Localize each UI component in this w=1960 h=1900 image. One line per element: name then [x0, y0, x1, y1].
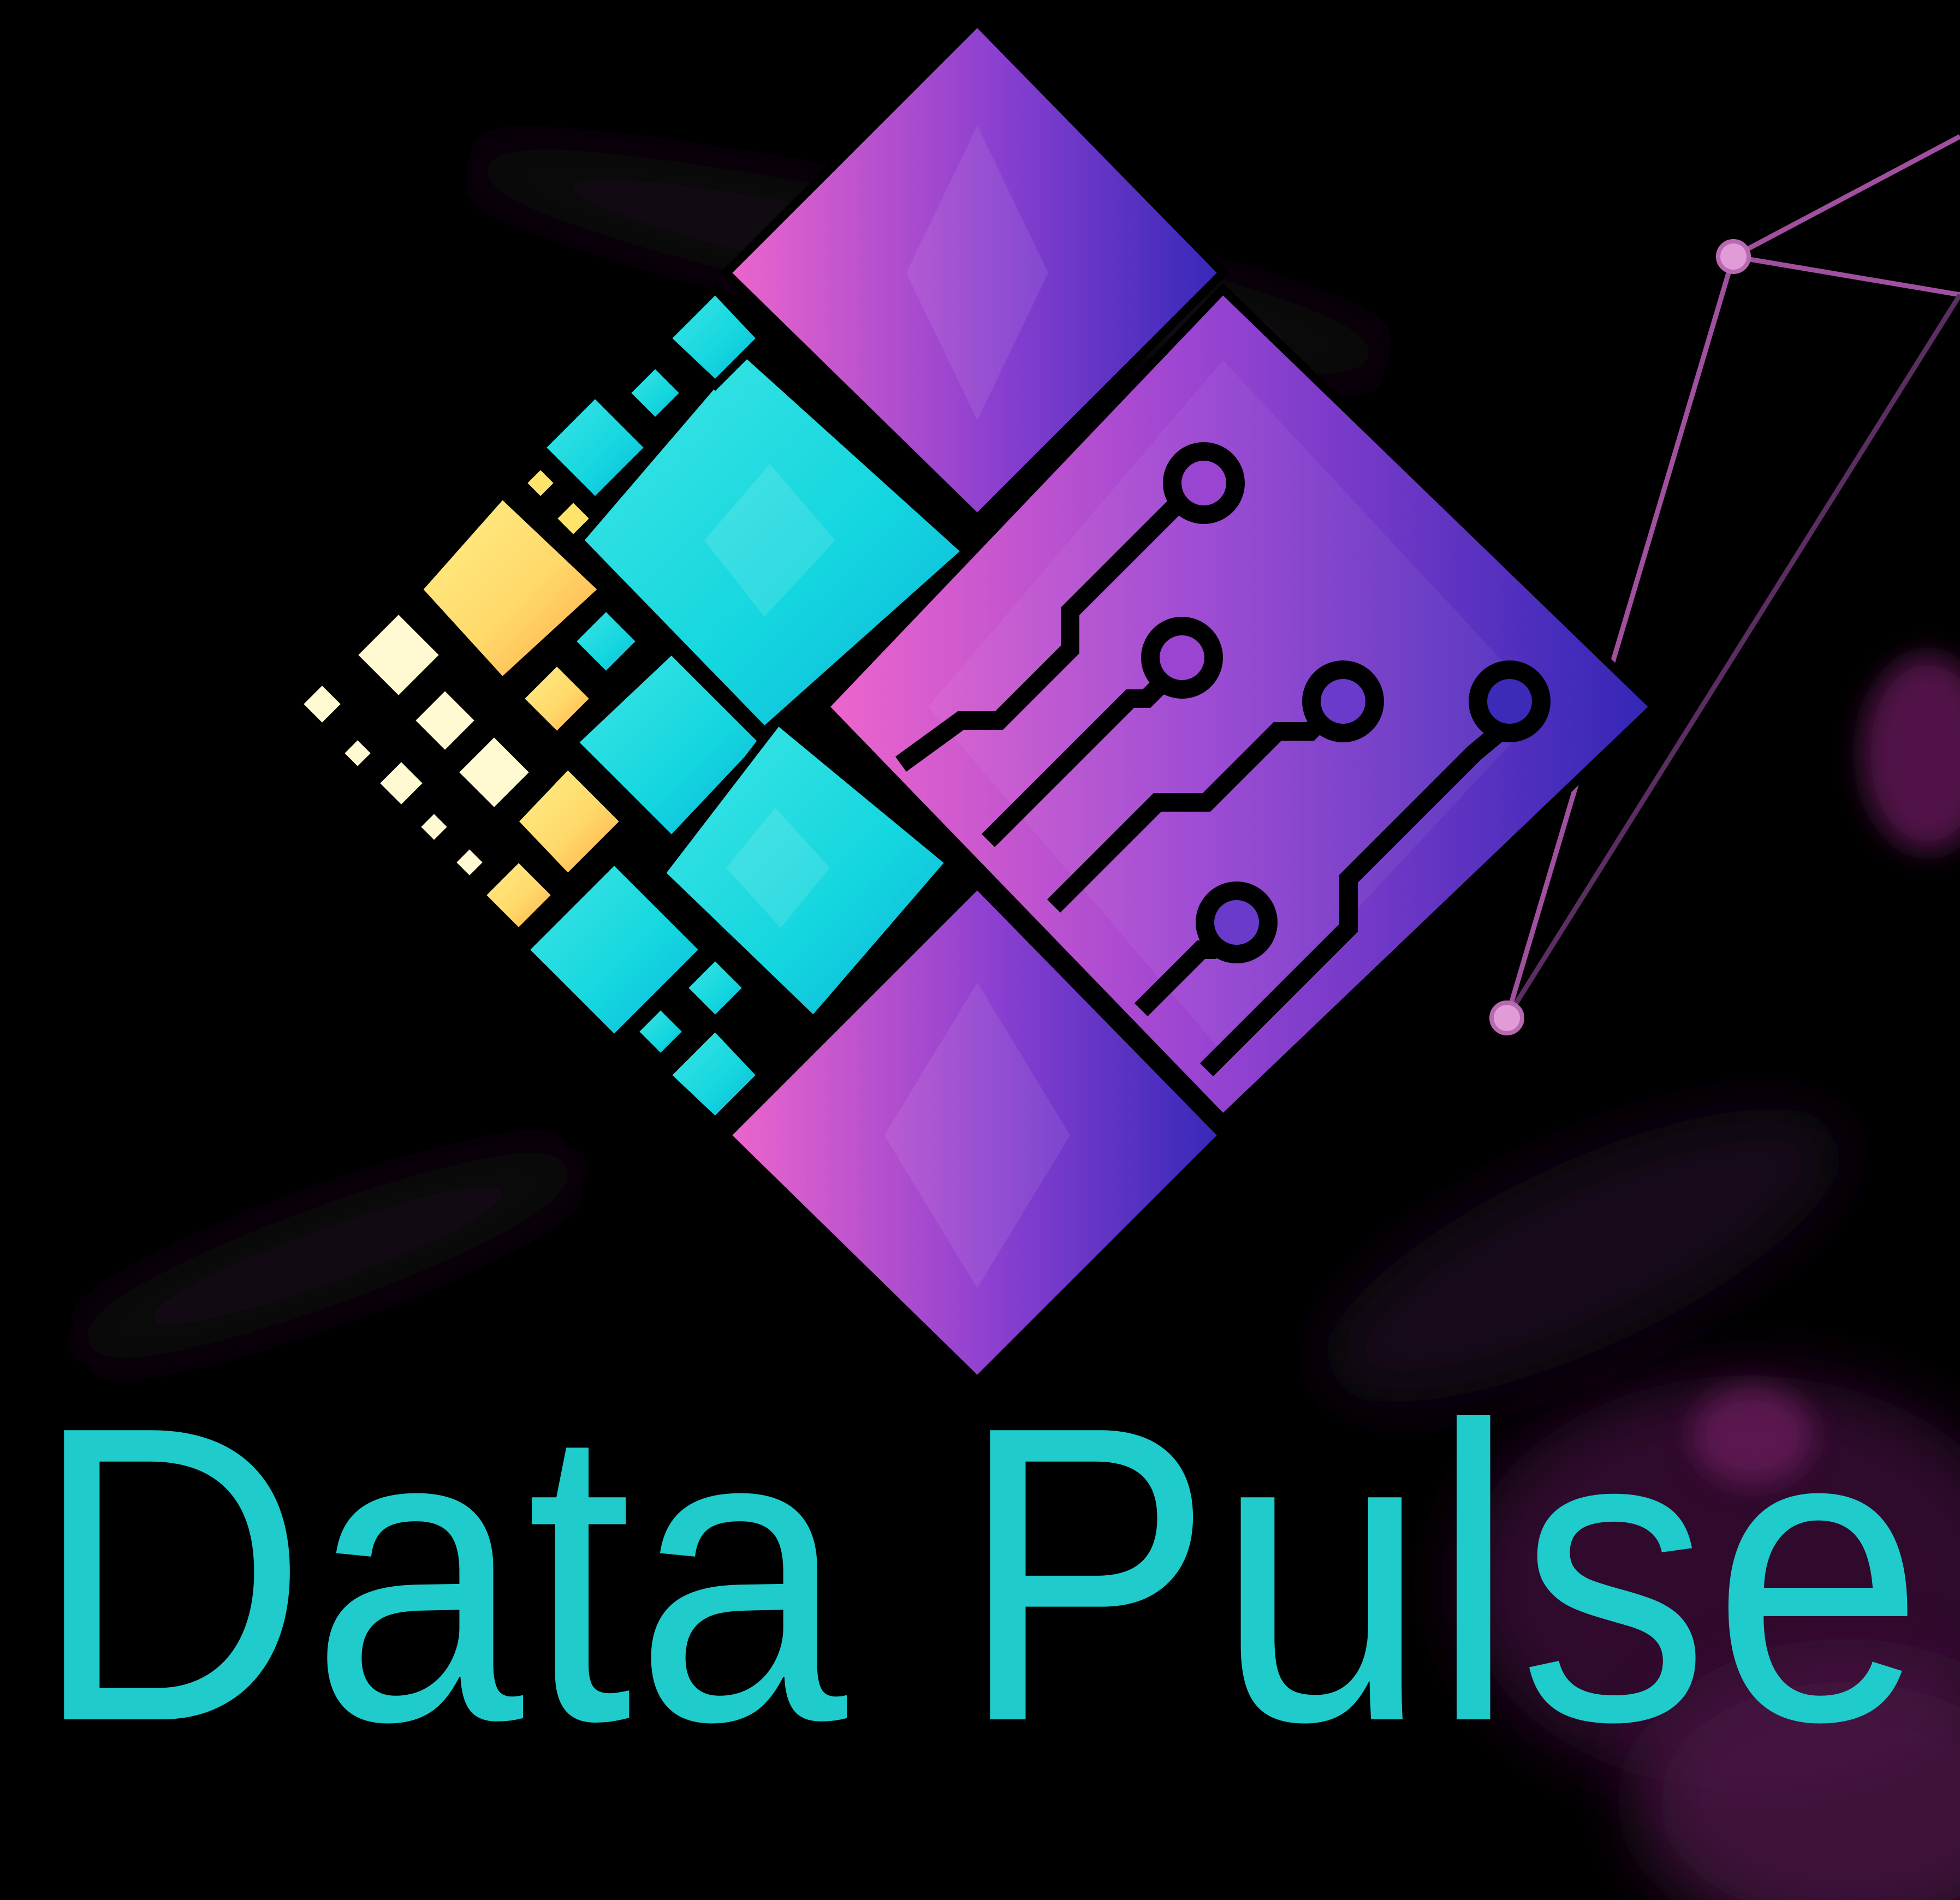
logo-artwork: Data Pulse: [33, 15, 1960, 1900]
brand-name: Data Pulse: [33, 1339, 1927, 1809]
network-graph-icon: [1489, 134, 1960, 1035]
